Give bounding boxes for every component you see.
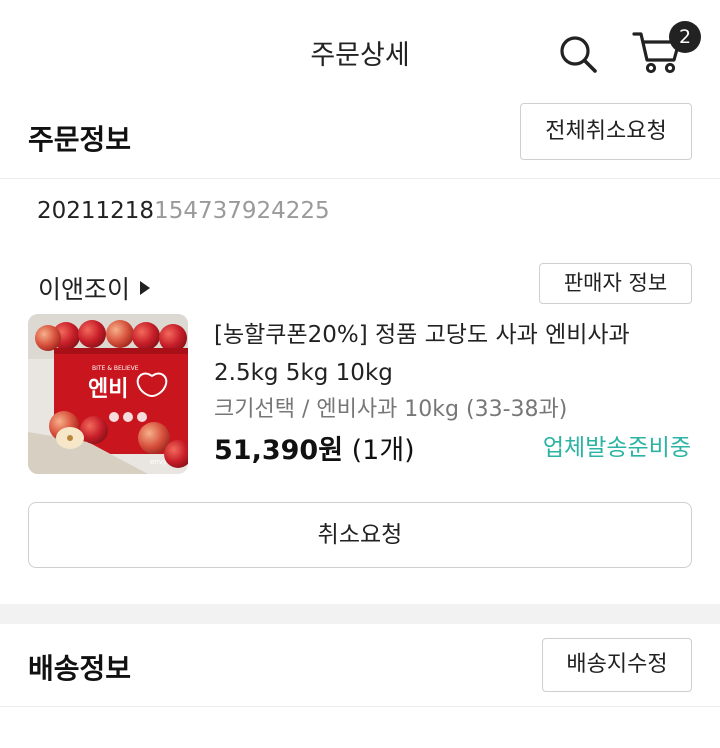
divider [0,178,720,179]
app-header: 주문상세 2 [0,0,720,104]
edit-address-button[interactable]: 배송지수정 [542,638,692,692]
order-number-id: 154737924225 [154,198,330,224]
divider [0,706,720,707]
seller-info-button[interactable]: 판매자 정보 [539,263,692,304]
product-image[interactable]: BITE & BELIEVE 엔비 envy [28,314,188,474]
product-price: 51,390원 [214,435,344,466]
delivery-info-title: 배송정보 [28,652,132,685]
search-icon[interactable] [558,34,598,74]
product-name[interactable]: [농할쿠폰20%] 정품 고당도 사과 엔비사과 2.5kg 5kg 10kg [214,316,694,392]
seller-link[interactable]: 이앤조이 [38,270,151,306]
seller-name: 이앤조이 [38,275,131,304]
order-number-date: 20211218 [37,198,155,224]
box-brand: 엔비 [88,377,128,402]
cart-count-badge: 2 [669,21,701,53]
cancel-all-button[interactable]: 전체취소요청 [520,103,692,160]
product-quantity: (1개) [351,435,415,466]
page-title: 주문상세 [310,40,410,71]
shipping-status: 업체발송준비중 [542,435,691,461]
order-info-title: 주문정보 [28,123,132,156]
cancel-request-button[interactable]: 취소요청 [28,502,692,568]
box-tagline: BITE & BELIEVE [92,365,139,372]
product-option: 크기선택 / 엔비사과 10kg (33-38과) [214,397,568,422]
product-price-line: 51,390원 (1개) [214,428,415,467]
box-logo: envy [150,458,167,466]
chevron-right-icon [140,281,151,295]
order-number: 20211218154737924225 [37,198,330,224]
section-separator [0,604,720,624]
